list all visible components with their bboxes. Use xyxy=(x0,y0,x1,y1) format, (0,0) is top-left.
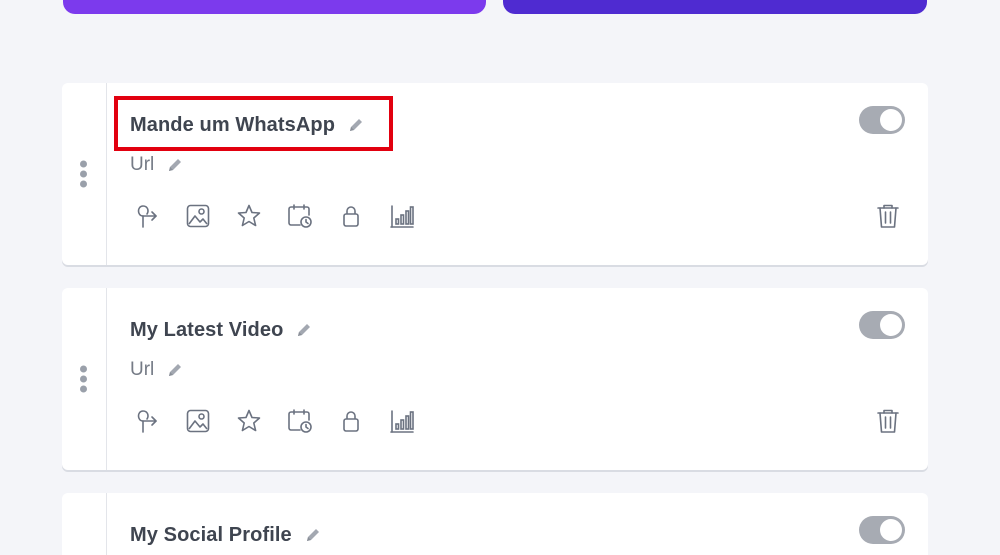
enable-toggle[interactable] xyxy=(859,106,905,134)
pencil-icon[interactable] xyxy=(166,361,184,379)
drag-handle[interactable] xyxy=(62,83,107,265)
analytics-icon[interactable] xyxy=(389,203,415,229)
enable-toggle[interactable] xyxy=(859,516,905,544)
thumbnail-icon[interactable] xyxy=(185,203,211,229)
primary-action-button[interactable] xyxy=(63,0,486,14)
toggle-knob xyxy=(880,109,902,131)
analytics-icon[interactable] xyxy=(389,408,415,434)
link-toolbar xyxy=(134,408,440,434)
link-title[interactable]: My Social Profile xyxy=(130,524,292,547)
enable-toggle[interactable] xyxy=(859,311,905,339)
secondary-action-button[interactable] xyxy=(503,0,927,14)
link-toolbar xyxy=(134,203,440,229)
pencil-icon[interactable] xyxy=(304,526,322,544)
star-icon[interactable] xyxy=(236,203,262,229)
drag-dots-icon xyxy=(80,363,88,396)
redirect-icon[interactable] xyxy=(134,408,160,434)
highlight-box xyxy=(114,96,393,151)
schedule-icon[interactable] xyxy=(287,203,313,229)
star-icon[interactable] xyxy=(236,408,262,434)
pencil-icon[interactable] xyxy=(295,321,313,339)
lock-icon[interactable] xyxy=(338,408,364,434)
schedule-icon[interactable] xyxy=(287,408,313,434)
drag-dots-icon xyxy=(80,158,88,191)
thumbnail-icon[interactable] xyxy=(185,408,211,434)
trash-icon[interactable] xyxy=(876,408,900,434)
link-url[interactable]: Url xyxy=(130,154,154,176)
link-card: My Latest Video Url xyxy=(62,288,928,470)
lock-icon[interactable] xyxy=(338,203,364,229)
pencil-icon[interactable] xyxy=(166,156,184,174)
toggle-knob xyxy=(880,314,902,336)
redirect-icon[interactable] xyxy=(134,203,160,229)
link-url[interactable]: Url xyxy=(130,359,154,381)
link-title[interactable]: My Latest Video xyxy=(130,319,283,342)
toggle-knob xyxy=(880,519,902,541)
link-card: My Social Profile xyxy=(62,493,928,555)
drag-handle[interactable] xyxy=(62,288,107,470)
trash-icon[interactable] xyxy=(876,203,900,229)
drag-handle[interactable] xyxy=(62,493,107,555)
